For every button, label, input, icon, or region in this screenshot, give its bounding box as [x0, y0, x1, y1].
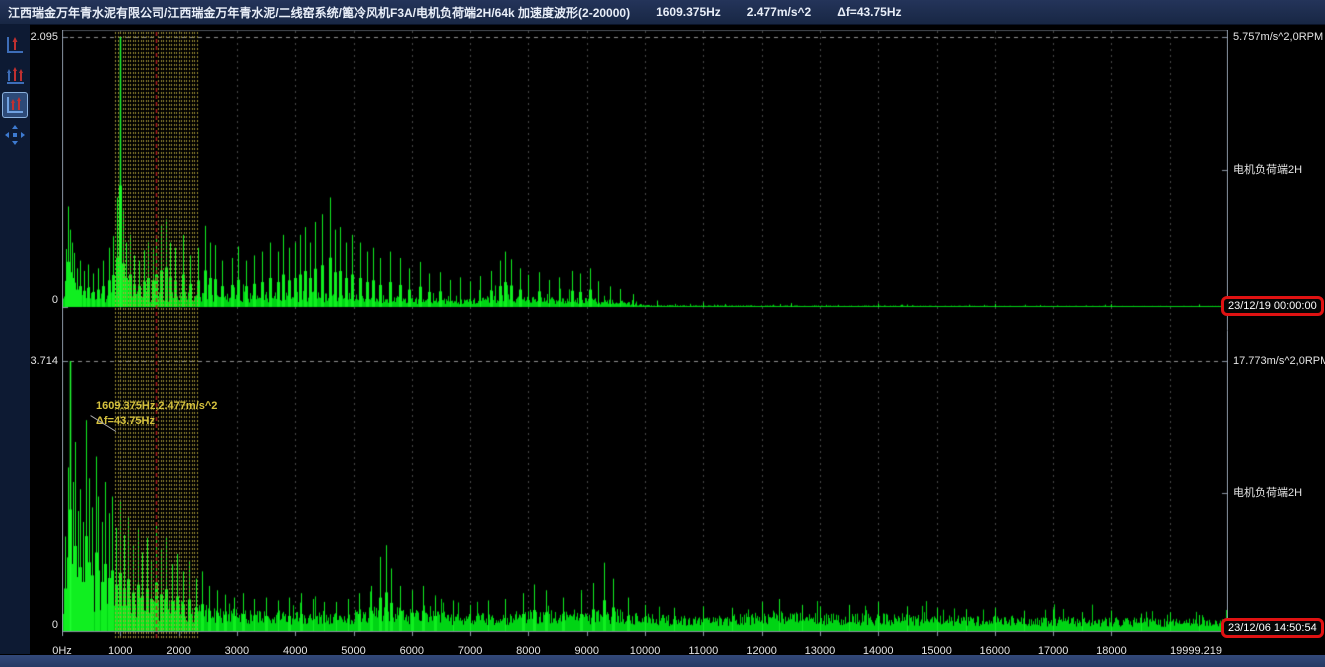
vibration-analyzer-window: 江西瑞金万年青水泥有限公司/江西瑞金万年青水泥/二线窑系统/篦冷风机F3A/电机…	[0, 0, 1325, 667]
left-toolbar	[0, 24, 30, 654]
pan-button[interactable]	[2, 122, 28, 148]
cursor-amplitude-readout: 2.477m/s^2	[747, 5, 811, 19]
timestamp-marker-bottom[interactable]: 23/12/06 14:50:54	[1221, 618, 1324, 638]
multi-cursor-button[interactable]	[2, 62, 28, 88]
full-scale-label-top: 5.757m/s^2,0RPM	[1233, 31, 1323, 44]
delta-f-readout: Δf=43.75Hz	[837, 5, 901, 19]
y-axis-max-label-bottom: 3.714	[0, 355, 58, 368]
cursor-annotation-delta: Δf=43.75Hz	[96, 414, 217, 429]
channel-label-bottom: 电机负荷端2H	[1233, 487, 1302, 500]
title-bar: 江西瑞金万年青水泥有限公司/江西瑞金万年青水泥/二线窑系统/篦冷风机F3A/电机…	[0, 0, 1325, 25]
pan-icon	[4, 124, 26, 146]
cursor-frequency-readout: 1609.375Hz	[656, 5, 721, 19]
full-scale-label-bottom: 17.773m/s^2,0RPM	[1233, 355, 1325, 368]
harmonic-cursor-icon	[4, 94, 26, 116]
multi-cursor-icon	[4, 64, 26, 86]
bottom-strip	[0, 655, 1325, 667]
channel-label-top: 电机负荷端2H	[1233, 164, 1302, 177]
y-axis-max-label-top: 2.095	[0, 31, 58, 44]
measurement-path: 江西瑞金万年青水泥有限公司/江西瑞金万年青水泥/二线窑系统/篦冷风机F3A/电机…	[8, 4, 630, 21]
timestamp-marker-top[interactable]: 23/12/19 00:00:00	[1221, 296, 1324, 316]
spectrum-canvas[interactable]	[62, 30, 1228, 644]
harmonic-cursor-button[interactable]	[2, 92, 28, 118]
cursor-annotation: 1609.375Hz,2.477m/s^2 Δf=43.75Hz	[96, 399, 217, 429]
cursor-annotation-readout: 1609.375Hz,2.477m/s^2	[96, 399, 217, 414]
y-axis-zero-label-bottom: 0	[0, 619, 58, 632]
y-axis-zero-label-top: 0	[0, 294, 58, 307]
